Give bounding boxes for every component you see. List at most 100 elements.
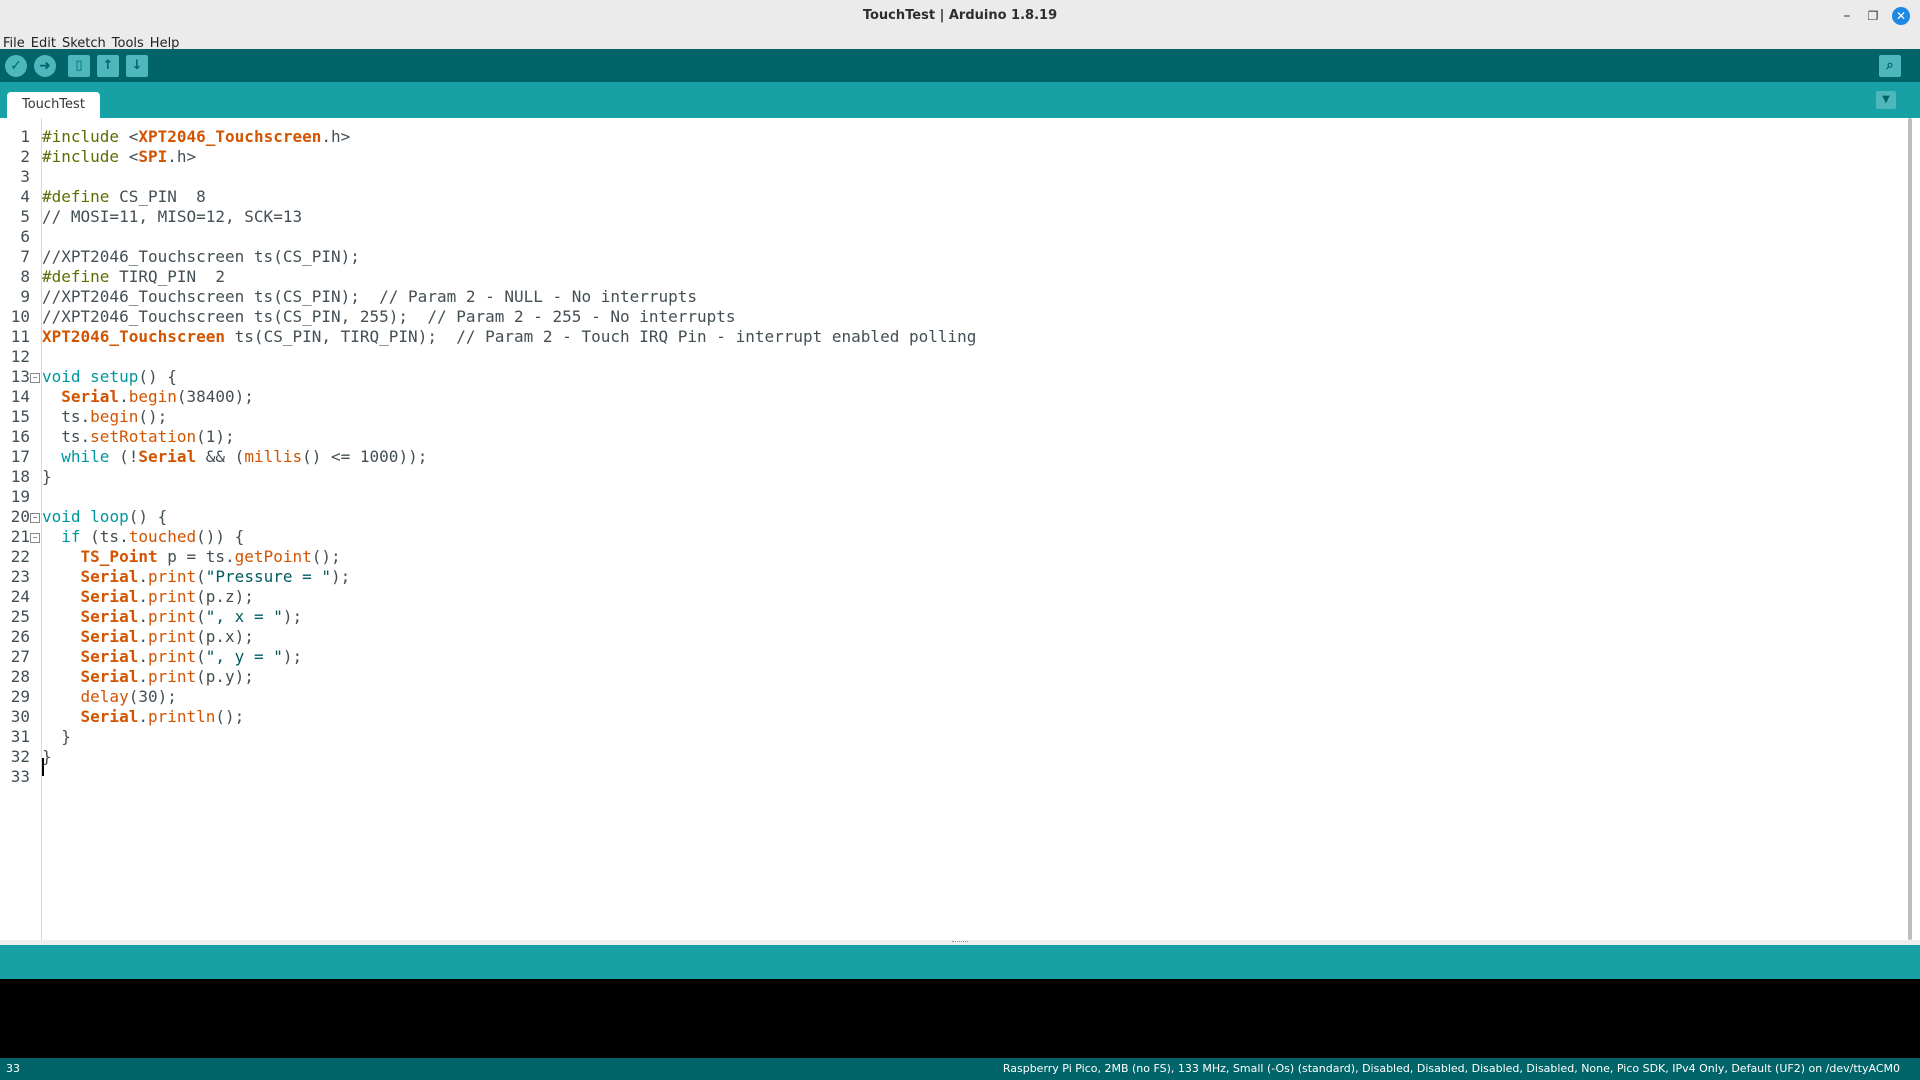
code-token: Serial (80, 567, 139, 586)
line-number: 11 (10, 327, 30, 346)
code-token: Serial (80, 627, 139, 646)
code-line: 15 ts.begin(); (0, 407, 1900, 427)
code-line: 19 (0, 487, 1900, 507)
code-editor[interactable]: 1 #include <XPT2046_Touchscreen.h> 2 #inclu… (0, 118, 1920, 940)
code-token: ()) { (196, 527, 245, 546)
line-number: 16 (10, 427, 30, 446)
text-cursor (42, 758, 44, 776)
close-button[interactable]: ✕ (1892, 7, 1910, 25)
open-sketch-button[interactable]: ↑ (97, 55, 119, 77)
code-line: 8 #define TIRQ_PIN 2 (0, 267, 1900, 287)
code-text: if (ts.touched()) { (42, 527, 244, 547)
tab-touchtest[interactable]: TouchTest (7, 92, 100, 118)
line-number: 26 (10, 627, 30, 646)
code-text: Serial.print(p.x); (42, 627, 254, 647)
title-bar: TouchTest | Arduino 1.8.19 – ❐ ✕ (0, 0, 1920, 33)
code-token: (1); (196, 427, 235, 446)
code-token: //XPT2046_Touchscreen ts(CS_PIN); (42, 247, 360, 266)
new-sketch-button[interactable]: ▯ (68, 55, 90, 77)
upload-button[interactable]: ➜ (34, 55, 56, 77)
status-bar: 33 Raspberry Pi Pico, 2MB (no FS), 133 M… (0, 1058, 1920, 1080)
code-token: (38400); (176, 387, 254, 406)
code-line: 3 (0, 167, 1900, 187)
code-token: () { (138, 367, 177, 386)
code-line: 28 Serial.print(p.y); (0, 667, 1900, 687)
maximize-button[interactable]: ❐ (1864, 7, 1882, 25)
code-token: CS_PIN 8 (119, 187, 206, 206)
line-number: 7 (20, 247, 30, 266)
code-line: 23 Serial.print("Pressure = "); (0, 567, 1900, 587)
vertical-scrollbar[interactable] (1908, 118, 1912, 940)
line-number: 30 (10, 707, 30, 726)
line-number: 12 (10, 347, 30, 366)
code-text: Serial.print(p.z); (42, 587, 254, 607)
code-token: #include (42, 147, 129, 166)
code-token: p = ts. (157, 547, 235, 566)
menu-bar: File Edit Sketch Tools Help (0, 32, 1920, 51)
code-text: #include <SPI.h> (42, 147, 196, 167)
code-token: . (138, 607, 148, 626)
line-number: 32 (10, 747, 30, 766)
code-token: print (147, 627, 197, 646)
code-token: } (42, 467, 52, 486)
code-token: SPI (138, 147, 168, 166)
save-sketch-button[interactable]: ↓ (126, 55, 148, 77)
fold-toggle-icon[interactable]: − (30, 373, 40, 383)
tab-menu-icon[interactable]: ▼ (1876, 91, 1896, 109)
code-token: print (147, 567, 197, 586)
code-token: loop (90, 507, 129, 526)
code-line: 7 //XPT2046_Touchscreen ts(CS_PIN); (0, 247, 1900, 267)
code-token: Serial (80, 587, 139, 606)
line-number: 33 (10, 767, 30, 786)
status-line-number: 33 (6, 1062, 20, 1075)
line-number: 19 (10, 487, 30, 506)
code-line: 22 TS_Point p = ts.getPoint(); (0, 547, 1900, 567)
line-number: 3 (20, 167, 30, 186)
line-number: 27 (10, 647, 30, 666)
code-line: 10 //XPT2046_Touchscreen ts(CS_PIN, 255);… (0, 307, 1900, 327)
code-token: . (138, 567, 148, 586)
code-line: 33 (0, 767, 1900, 787)
code-token: (); (138, 407, 168, 426)
code-line: 9 //XPT2046_Touchscreen ts(CS_PIN); // Pa… (0, 287, 1900, 307)
code-line: 12 (0, 347, 1900, 367)
code-token: () { (128, 507, 168, 526)
code-text: Serial.print("Pressure = "); (42, 567, 351, 587)
code-token: Serial (138, 447, 197, 466)
code-token: Serial (80, 607, 139, 626)
code-token: < (128, 127, 139, 146)
divider-grip-icon[interactable] (952, 941, 968, 944)
code-token: void (42, 367, 81, 386)
minimize-button[interactable]: – (1838, 7, 1856, 25)
code-line: 1 #include <XPT2046_Touchscreen.h> (0, 127, 1900, 147)
code-line: 32} (0, 747, 1900, 767)
code-token: print (147, 607, 197, 626)
line-number: 20 (10, 507, 30, 526)
code-token: Serial (61, 387, 120, 406)
code-line: 5 // MOSI=11, MISO=12, SCK=13 (0, 207, 1900, 227)
code-text: #define TIRQ_PIN 2 (42, 267, 225, 287)
code-token: millis (244, 447, 303, 466)
code-token: //XPT2046_Touchscreen ts(CS_PIN, 255); /… (42, 307, 736, 326)
code-token: touched (128, 527, 197, 546)
line-number: 25 (10, 607, 30, 626)
console-output (0, 979, 1920, 1058)
code-token: (); (311, 547, 341, 566)
code-line: 27 Serial.print(", y = "); (0, 647, 1900, 667)
code-token: XPT2046_Touchscreen (42, 327, 226, 346)
code-line: 6 (0, 227, 1900, 247)
serial-monitor-button[interactable]: ⌕ (1879, 55, 1901, 77)
code-text: Serial.print(", y = "); (42, 647, 303, 667)
code-token: begin (90, 407, 139, 426)
code-token: . (138, 587, 148, 606)
code-line: 26 Serial.print(p.x); (0, 627, 1900, 647)
fold-toggle-icon[interactable]: − (30, 533, 40, 543)
code-token: // Param 2 - Touch IRQ Pin - interrupt e… (456, 327, 977, 346)
fold-toggle-icon[interactable]: − (30, 513, 40, 523)
line-number: 4 (20, 187, 30, 206)
verify-button[interactable]: ✓ (5, 55, 27, 77)
